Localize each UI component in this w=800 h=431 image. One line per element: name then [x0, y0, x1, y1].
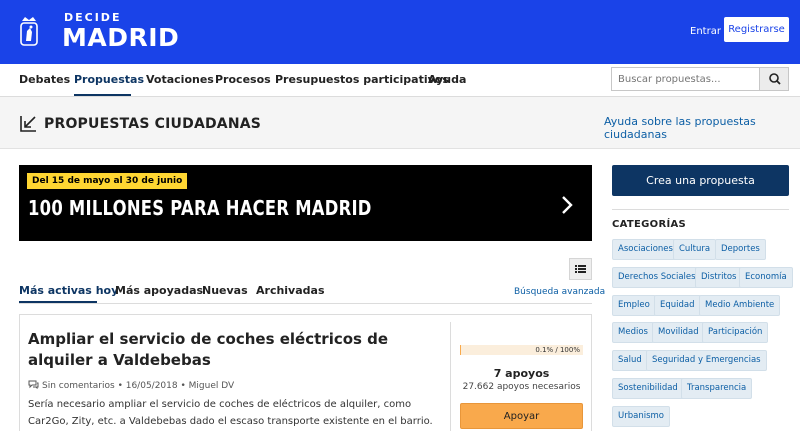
tab-mas-activas[interactable]: Más activas hoy: [19, 284, 118, 297]
category-tag[interactable]: Economía: [739, 267, 793, 288]
tab-nuevas[interactable]: Nuevas: [202, 284, 248, 297]
nav-item-ayuda[interactable]: Ayuda: [428, 73, 466, 86]
category-tag[interactable]: Salud: [612, 350, 648, 371]
brand-madrid[interactable]: MADRID: [62, 23, 179, 52]
view-mode-button[interactable]: [569, 258, 592, 280]
proposal-description: Sería necesario ampliar el servicio de c…: [28, 399, 433, 427]
category-tag[interactable]: Cultura: [673, 239, 717, 260]
login-link[interactable]: Entrar: [690, 26, 721, 37]
category-tag[interactable]: Derechos Sociales: [612, 267, 702, 288]
tab-mas-apoyadas[interactable]: Más apoyadas: [115, 284, 203, 297]
create-proposal-button[interactable]: Crea una propuesta: [612, 165, 789, 196]
proposal-date: 16/05/2018: [125, 381, 178, 391]
category-tag[interactable]: Equidad: [654, 295, 701, 316]
search-button[interactable]: [759, 67, 789, 91]
nav-item-procesos[interactable]: Procesos: [215, 73, 271, 86]
category-tag[interactable]: Asociaciones: [612, 239, 679, 260]
support-button[interactable]: Apoyar: [460, 403, 583, 429]
category-tag[interactable]: Movilidad: [652, 322, 705, 343]
category-tag[interactable]: Empleo: [612, 295, 656, 316]
tab-archivadas[interactable]: Archivadas: [256, 284, 325, 297]
card-divider: [450, 322, 451, 431]
nav-item-debates[interactable]: Debates: [19, 73, 70, 86]
comments-icon: [28, 380, 39, 389]
category-tag[interactable]: Transparencia: [681, 378, 753, 399]
nav-item-votaciones[interactable]: Votaciones: [146, 73, 214, 86]
category-tag[interactable]: Distritos: [695, 267, 743, 288]
proposals-arrow-icon: [20, 116, 36, 132]
nav-item-presupuestos[interactable]: Presupuestos participativos: [275, 73, 449, 86]
register-button[interactable]: Registrarse: [724, 17, 789, 42]
category-tag[interactable]: Medios: [612, 322, 654, 343]
proposal-title[interactable]: Ampliar el servicio de coches eléctricos…: [28, 329, 438, 371]
proposal-meta: Sin comentarios • 16/05/2018 • Miguel DV: [28, 380, 234, 391]
madrid-crest-icon[interactable]: [19, 15, 39, 49]
advanced-search-link[interactable]: Búsqueda avanzada: [514, 287, 605, 297]
category-tag[interactable]: Sostenibilidad: [612, 378, 684, 399]
category-tag[interactable]: Urbanismo: [612, 406, 670, 427]
support-progress-label: 0.1% / 100%: [535, 346, 580, 354]
supports-count: 7 apoyos: [493, 367, 550, 380]
nav-active-indicator: [74, 94, 131, 96]
categories-title: CATEGORÍAS: [612, 219, 687, 230]
page-title: PROPUESTAS CIUDADANAS: [44, 116, 262, 132]
banner-date-badge: Del 15 de mayo al 30 de junio: [27, 173, 188, 189]
category-tag[interactable]: Participación: [702, 322, 769, 343]
comments-count[interactable]: Sin comentarios: [42, 381, 115, 391]
supports-needed: 27.662 apoyos necesarios: [462, 382, 581, 392]
nav-item-propuestas[interactable]: Propuestas: [74, 73, 144, 86]
category-tag[interactable]: Seguridad y Emergencias: [646, 350, 767, 371]
help-link[interactable]: Ayuda sobre las propuestas ciudadanas: [604, 115, 800, 141]
proposal-author: Miguel DV: [188, 381, 235, 391]
search-icon: [769, 73, 781, 85]
search-input[interactable]: [611, 67, 759, 91]
category-tag[interactable]: Medio Ambiente: [699, 295, 781, 316]
chevron-right-icon[interactable]: [558, 193, 576, 217]
list-view-icon: [575, 265, 586, 273]
banner-title[interactable]: 100 MILLONES PARA HACER MADRID: [28, 196, 372, 220]
sidebar-divider: [612, 209, 789, 210]
tabs-divider: [19, 303, 592, 304]
category-tag[interactable]: Deportes: [715, 239, 766, 260]
